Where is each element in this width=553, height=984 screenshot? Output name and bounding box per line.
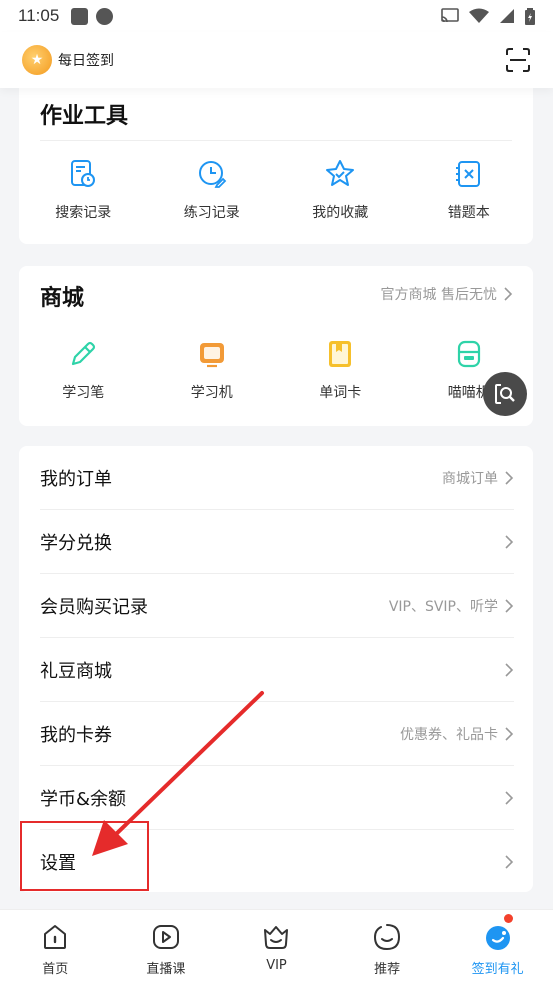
mall-item-label: 学习机 [190,385,233,401]
chevron-right-icon [505,726,514,741]
mall-item-label: 学习笔 [62,385,105,401]
battery-icon [525,7,535,25]
tab-label: 首页 [42,962,69,977]
menu-row-right [504,662,514,677]
annotation-highlight-box [20,821,149,891]
tab-label: VIP [266,958,287,973]
cast-icon [441,8,459,23]
menu-row-membership-purchases[interactable]: 会员购买记录 VIP、SVIP、听学 [40,574,514,638]
menu-row-label: 我的卡券 [40,724,112,746]
checkin-gift-icon [485,926,510,950]
chevron-right-icon [505,855,514,869]
signal-icon [500,9,514,23]
menu-row-right: 商城订单 [442,468,514,488]
chevron-right-icon [505,598,514,613]
homework-tools-grid: 搜索记录 练习记录 我的收藏 错题本 [19,158,533,222]
menu-row-my-orders[interactable]: 我的订单 商城订单 [40,446,514,510]
menu-row-right [504,534,514,549]
menu-row-label: 学分兑换 [40,532,112,554]
mall-item-word-card[interactable]: 单词卡 [276,338,405,402]
menu-row-label: 礼豆商城 [40,660,112,682]
scan-icon[interactable] [505,47,531,73]
word-card-icon [329,341,352,367]
bottom-tab-bar: 首页 直播课 VIP 推荐 签到有礼 [0,909,553,984]
chevron-right-icon [505,470,514,485]
recommend-icon [374,924,401,951]
tab-home[interactable]: 首页 [0,910,111,984]
tab-live-class[interactable]: 直播课 [111,910,222,984]
tool-label: 练习记录 [183,205,240,221]
tab-checkin-gift[interactable]: 签到有礼 [442,910,553,984]
menu-row-label: 我的订单 [40,468,112,490]
menu-row-right [504,855,514,869]
pen-icon [72,341,96,366]
tool-search-history[interactable]: 搜索记录 [19,158,148,222]
menu-row-lidou-mall[interactable]: 礼豆商城 [40,638,514,702]
mall-item-label: 单词卡 [319,385,362,401]
mall-title: 商城 [40,286,85,311]
mall-subtitle: 官方商城 售后无忧 [380,287,497,303]
mall-item-tablet[interactable]: 学习机 [148,338,277,402]
mall-item-pen[interactable]: 学习笔 [19,338,148,402]
wifi-icon [469,8,489,23]
daily-checkin-badge-icon[interactable]: ★ [22,45,52,75]
notification-square-icon [71,7,89,25]
search-history-icon [71,160,96,187]
tool-label: 搜索记录 [55,205,112,221]
tool-label: 我的收藏 [312,205,369,221]
menu-row-label: 学币&余额 [40,788,127,810]
menu-row-right: 优惠券、礼品卡 [400,724,514,744]
tab-vip[interactable]: VIP [221,910,332,984]
homework-tools-title: 作业工具 [40,104,129,129]
mall-grid: 学习笔 学习机 单词卡 喵喵机 [19,338,533,402]
tool-wrong-questions[interactable]: 错题本 [405,158,534,222]
mall-link[interactable]: 官方商城 售后无忧 [381,284,513,304]
wrong-questions-icon [455,161,480,187]
menu-row-right: VIP、SVIP、听学 [389,596,514,616]
tab-label: 推荐 [374,962,401,977]
system-status-icons [441,7,535,25]
notification-circle-icon [96,7,114,25]
menu-row-right [504,790,514,805]
tool-practice-history[interactable]: 练习记录 [148,158,277,222]
mall-card: 商城 官方商城 售后无忧 学习笔 学习机 单词卡 喵喵机 [19,266,533,426]
status-time: 11:05 [18,6,60,25]
status-bar: 11:05 [0,0,553,32]
chevron-right-icon [505,662,514,677]
menu-row-my-coupons[interactable]: 我的卡券 优惠券、礼品卡 [40,702,514,766]
tool-label: 错题本 [447,205,490,221]
tab-label: 签到有礼 [471,962,524,977]
top-header: ★ 每日签到 [0,32,553,88]
tab-recommend[interactable]: 推荐 [332,910,443,984]
vip-icon [264,926,289,949]
chevron-right-icon [505,534,514,549]
menu-row-hint: 商城订单 [442,470,498,487]
tab-label: 直播课 [146,962,186,977]
menu-row-label: 会员购买记录 [40,596,148,618]
chevron-right-icon [504,287,513,301]
tool-favorites[interactable]: 我的收藏 [276,158,405,222]
practice-history-icon [198,161,227,188]
notification-icons [71,7,114,25]
chevron-right-icon [505,790,514,805]
divider [40,140,512,141]
homework-tools-card: 作业工具 搜索记录 练习记录 我的收藏 错题本 [19,84,533,244]
search-document-icon [495,384,515,404]
tablet-icon [199,343,224,368]
printer-icon [457,340,480,368]
home-icon [44,925,67,949]
menu-row-hint: VIP、SVIP、听学 [388,598,498,615]
daily-checkin-label[interactable]: 每日签到 [58,50,114,70]
floating-search-button[interactable] [483,372,527,416]
favorites-star-icon [326,160,355,186]
menu-row-credit-exchange[interactable]: 学分兑换 [40,510,514,574]
menu-row-hint: 优惠券、礼品卡 [400,726,498,743]
live-class-icon [152,925,179,949]
